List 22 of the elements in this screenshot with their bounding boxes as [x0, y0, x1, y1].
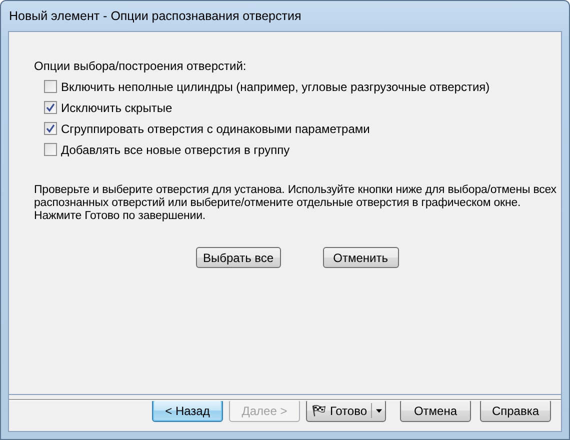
wizard-button[interactable]: Отмена [400, 399, 471, 422]
window-title: Новый элемент - Опции распознавания отверстия [8, 8, 302, 25]
wizard-button[interactable]: Справка [480, 399, 551, 422]
checkbox-icon[interactable] [44, 143, 57, 156]
wizard-button[interactable]: < Назад [152, 399, 223, 422]
checkbox-icon[interactable] [44, 122, 57, 135]
finish-split-button[interactable]: Готово [306, 399, 386, 422]
checkbox-icon[interactable] [44, 80, 57, 93]
selection-button[interactable]: Отменить [322, 247, 399, 268]
instruction-text: Нажмите Готово по завершении. [34, 210, 207, 223]
option-checkbox[interactable]: Исключить скрытые [44, 101, 561, 114]
options-heading: Опции выбора/построения отверстий: [34, 59, 248, 73]
finish-label: Готово [330, 404, 368, 418]
instruction-text: Проверьте и выберите отверстия для установа. Используйте кнопки ниже для выбора/отмены всех [34, 184, 558, 197]
selection-button[interactable]: Выбрать все [196, 247, 281, 268]
instruction-text: распознанных отверстий или выберите/отмените отдельные отверстия в графическом окне. [34, 197, 522, 210]
option-checkbox[interactable]: Добавлять все новые отверстия в группу [44, 143, 561, 156]
dropdown-caret-icon[interactable] [376, 408, 382, 412]
option-checkbox[interactable]: Включить неполные цилиндры (например, угловые разгрузочные отверстия) [44, 80, 561, 93]
checkered-flag-icon [312, 404, 326, 418]
option-checkbox[interactable]: Сгруппировать отверстия с одинаковыми параметрами [44, 122, 561, 135]
checkbox-icon[interactable] [44, 101, 57, 114]
